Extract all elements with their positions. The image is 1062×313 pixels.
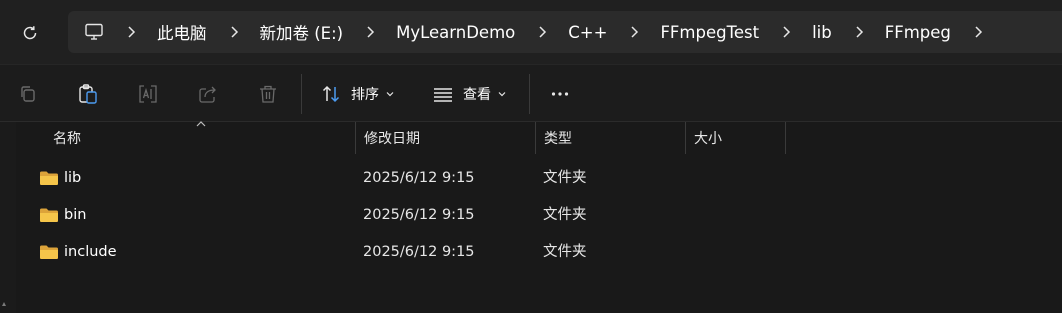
breadcrumb-mylearndemo[interactable]: MyLearnDemo bbox=[396, 23, 515, 42]
file-date-modified: 2025/6/12 9:15 bbox=[363, 207, 475, 223]
breadcrumb-drive[interactable]: 新加卷 (E:) bbox=[260, 20, 344, 44]
column-header-type[interactable]: 类型 bbox=[535, 122, 685, 154]
share-button[interactable] bbox=[196, 82, 220, 106]
navigation-pane-edge bbox=[0, 122, 16, 313]
file-date-modified: 2025/6/12 9:15 bbox=[363, 244, 475, 260]
chevron-right-icon[interactable] bbox=[854, 25, 868, 39]
title-bar: 此电脑 新加卷 (E:) MyLearnDemo C++ FFmpegTest … bbox=[0, 0, 1062, 64]
scroll-arrow-icon[interactable] bbox=[1, 301, 7, 307]
file-row[interactable]: include 2025/6/12 9:15 文件夹 bbox=[30, 235, 1030, 269]
chevron-right-icon[interactable] bbox=[229, 25, 243, 39]
column-header-size[interactable]: 大小 bbox=[685, 122, 786, 154]
view-menu-button[interactable]: 查看 bbox=[431, 81, 507, 107]
file-name[interactable]: lib bbox=[64, 161, 81, 195]
chevron-right-icon[interactable] bbox=[126, 25, 140, 39]
chevron-down-icon bbox=[385, 89, 395, 99]
this-pc-icon[interactable] bbox=[84, 21, 106, 43]
trash-icon bbox=[260, 85, 276, 103]
column-header-name[interactable]: 名称 bbox=[53, 122, 355, 154]
file-type: 文件夹 bbox=[543, 244, 587, 260]
copy-button[interactable] bbox=[16, 82, 40, 106]
refresh-icon bbox=[23, 26, 37, 40]
view-icon bbox=[431, 82, 455, 106]
file-list: 名称 修改日期 类型 大小 lib 2025/6/12 9:15 文件夹 bin… bbox=[0, 121, 1062, 313]
chevron-right-icon[interactable] bbox=[537, 25, 551, 39]
chevron-right-icon[interactable] bbox=[629, 25, 643, 39]
folder-icon bbox=[40, 208, 58, 222]
breadcrumb-ffmpeg[interactable]: FFmpeg bbox=[885, 23, 951, 42]
chevron-right-icon[interactable] bbox=[973, 25, 987, 39]
toolbar-divider bbox=[529, 74, 530, 114]
delete-button[interactable] bbox=[256, 82, 280, 106]
sort-label: 排序 bbox=[351, 87, 379, 103]
breadcrumb-ffmpegtest[interactable]: FFmpegTest bbox=[660, 23, 759, 42]
file-name[interactable]: bin bbox=[64, 198, 86, 232]
paste-button[interactable] bbox=[76, 82, 100, 106]
sort-menu-button[interactable]: 排序 bbox=[319, 81, 395, 107]
folder-icon bbox=[40, 171, 58, 185]
file-type: 文件夹 bbox=[543, 170, 587, 186]
chevron-down-icon bbox=[497, 89, 507, 99]
sort-icon bbox=[319, 82, 343, 106]
file-type: 文件夹 bbox=[543, 207, 587, 223]
view-label: 查看 bbox=[463, 87, 491, 103]
breadcrumb-this-pc[interactable]: 此电脑 bbox=[157, 20, 207, 44]
column-header-row: 名称 修改日期 类型 大小 bbox=[0, 121, 1062, 154]
chevron-right-icon[interactable] bbox=[781, 25, 795, 39]
address-bar[interactable]: 此电脑 新加卷 (E:) MyLearnDemo C++ FFmpegTest … bbox=[68, 11, 1062, 53]
file-date-modified: 2025/6/12 9:15 bbox=[363, 170, 475, 186]
folder-icon bbox=[40, 245, 58, 259]
command-bar: 排序 查看 bbox=[0, 64, 1062, 122]
file-row[interactable]: bin 2025/6/12 9:15 文件夹 bbox=[30, 198, 1030, 232]
refresh-button[interactable] bbox=[16, 19, 44, 47]
toolbar-divider bbox=[301, 74, 302, 114]
paste-icon bbox=[79, 84, 97, 104]
share-icon bbox=[199, 86, 216, 103]
copy-icon bbox=[21, 86, 35, 102]
breadcrumb-cpp[interactable]: C++ bbox=[568, 23, 607, 42]
rename-icon bbox=[139, 85, 157, 103]
rename-button[interactable] bbox=[136, 82, 160, 106]
chevron-right-icon[interactable] bbox=[365, 25, 379, 39]
more-icon bbox=[551, 92, 569, 96]
file-row[interactable]: lib 2025/6/12 9:15 文件夹 bbox=[30, 161, 1030, 195]
more-options-button[interactable] bbox=[548, 82, 572, 106]
breadcrumb-lib[interactable]: lib bbox=[812, 23, 832, 42]
column-header-date-modified[interactable]: 修改日期 bbox=[355, 122, 535, 154]
file-name[interactable]: include bbox=[64, 235, 117, 269]
